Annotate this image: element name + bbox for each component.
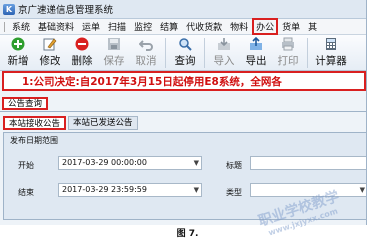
tab-sent-notices[interactable]: 本站已发送公告 bbox=[68, 116, 138, 130]
search-icon bbox=[178, 37, 192, 51]
tab-received-notices[interactable]: 本站接收公告 bbox=[3, 116, 67, 130]
menu-scan[interactable]: 扫描 bbox=[104, 19, 130, 34]
app-window: K 京广速递信息管理系统 系统 基础资料 运单 扫描 监控 结算 代收货款 物料… bbox=[0, 0, 367, 225]
delete-icon bbox=[75, 37, 89, 51]
menu-settlement[interactable]: 结算 bbox=[156, 19, 182, 34]
query-button[interactable]: 查询 bbox=[169, 35, 201, 68]
end-label: 结束 bbox=[18, 188, 34, 197]
menu-grip bbox=[4, 21, 5, 32]
menu-monitor[interactable]: 监控 bbox=[130, 19, 156, 34]
start-date-field[interactable]: 2017-03-29 00:00:00 ▼ bbox=[58, 156, 202, 170]
chevron-down-icon[interactable]: ▼ bbox=[194, 184, 199, 196]
save-icon bbox=[107, 37, 121, 51]
subtab-bar: 本站接收公告 本站已发送公告 bbox=[0, 116, 366, 130]
title-bar: K 京广速递信息管理系统 bbox=[0, 0, 366, 19]
calculator-icon bbox=[324, 37, 338, 51]
toolbar-separator bbox=[165, 38, 166, 68]
add-icon bbox=[11, 37, 25, 51]
save-label: 保存 bbox=[103, 55, 125, 67]
menu-cargo[interactable]: 货单 bbox=[278, 19, 304, 34]
query-label: 查询 bbox=[174, 55, 196, 67]
title-label: 标题 bbox=[226, 161, 242, 170]
toolbar-separator bbox=[307, 38, 308, 68]
cancel-label: 取消 bbox=[135, 55, 157, 67]
import-button[interactable]: 导入 bbox=[208, 35, 240, 68]
new-label: 新增 bbox=[7, 55, 29, 67]
print-button[interactable]: 打印 bbox=[272, 35, 304, 68]
printer-icon bbox=[281, 37, 295, 51]
type-label: 类型 bbox=[226, 188, 242, 197]
menu-waybill[interactable]: 运单 bbox=[78, 19, 104, 34]
new-button[interactable]: 新增 bbox=[2, 35, 34, 68]
app-logo-icon: K bbox=[3, 3, 15, 15]
chevron-down-icon[interactable]: ▼ bbox=[194, 157, 199, 169]
print-label: 打印 bbox=[277, 55, 299, 67]
end-date-field[interactable]: 2017-03-29 23:59:59 ▼ bbox=[58, 183, 202, 197]
menu-office[interactable]: 办公 bbox=[252, 18, 279, 35]
delete-label: 删除 bbox=[71, 55, 93, 67]
toolbar-separator bbox=[204, 38, 205, 68]
date-range-legend: 发布日期范围 bbox=[10, 136, 58, 145]
save-button[interactable]: 保存 bbox=[98, 35, 130, 68]
toolbar: 新增 修改 删除 保存 取消 查询 导入 导出 打印 计算器 bbox=[0, 35, 366, 71]
start-label: 开始 bbox=[18, 161, 34, 170]
menu-system[interactable]: 系统 bbox=[8, 19, 34, 34]
menu-bar: 系统 基础资料 运单 扫描 监控 结算 代收货款 物料 办公 货单 其 bbox=[0, 18, 366, 35]
section-divider bbox=[0, 111, 366, 112]
announcement-banner: 1:公司决定:自2017年3月15日起停用E8系统，全网各 bbox=[2, 71, 366, 91]
import-label: 导入 bbox=[213, 55, 235, 67]
announcement-text: 1:公司决定:自2017年3月15日起停用E8系统，全网各 bbox=[22, 75, 282, 88]
figure-caption: 图 7. bbox=[176, 229, 199, 239]
import-icon bbox=[217, 37, 231, 51]
edit-label: 修改 bbox=[39, 55, 61, 67]
delete-button[interactable]: 删除 bbox=[66, 35, 98, 68]
menu-basic-data[interactable]: 基础资料 bbox=[34, 19, 78, 34]
window-title: 京广速递信息管理系统 bbox=[18, 5, 114, 16]
calculator-button[interactable]: 计算器 bbox=[311, 35, 351, 68]
export-icon bbox=[249, 37, 263, 51]
undo-icon bbox=[139, 37, 153, 51]
edit-icon bbox=[43, 37, 57, 51]
tab-notice-query[interactable]: 公告查询 bbox=[2, 97, 49, 110]
menu-other[interactable]: 其 bbox=[304, 19, 321, 34]
menu-cod[interactable]: 代收货款 bbox=[182, 19, 226, 34]
title-input[interactable] bbox=[250, 156, 366, 170]
chevron-down-icon[interactable]: ▼ bbox=[360, 184, 365, 196]
cancel-button[interactable]: 取消 bbox=[130, 35, 162, 68]
export-label: 导出 bbox=[245, 55, 267, 67]
edit-button[interactable]: 修改 bbox=[34, 35, 66, 68]
export-button[interactable]: 导出 bbox=[240, 35, 272, 68]
end-date-value: 2017-03-29 23:59:59 bbox=[62, 185, 147, 194]
start-date-value: 2017-03-29 00:00:00 bbox=[62, 158, 147, 167]
calculator-label: 计算器 bbox=[315, 55, 347, 67]
menu-materials[interactable]: 物料 bbox=[226, 19, 252, 34]
